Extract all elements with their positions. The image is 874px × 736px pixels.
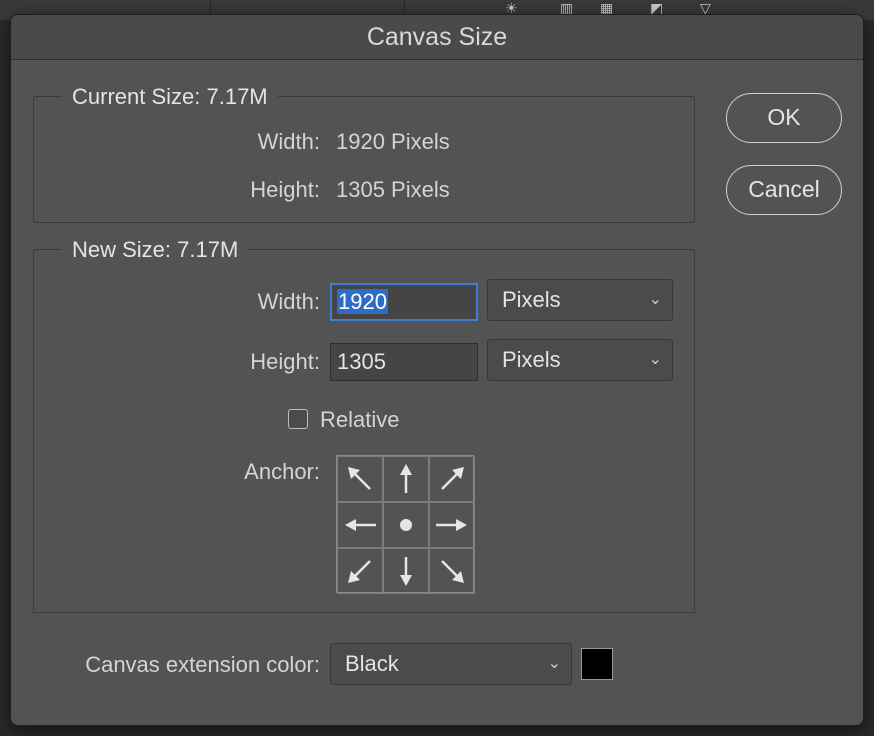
arrow-ne-icon	[441, 467, 464, 490]
current-size-title: Current Size: 7.17M	[62, 82, 278, 112]
ok-button[interactable]: OK	[726, 93, 842, 143]
dialog-title: Canvas Size	[11, 15, 863, 60]
arrow-nw-icon	[348, 467, 371, 490]
new-size-title: New Size: 7.17M	[62, 235, 249, 265]
canvas-size-dialog: Canvas Size Current Size: 7.17M Width: 1…	[10, 14, 864, 726]
height-unit-value: Pixels	[502, 347, 561, 372]
anchor-top-right[interactable]	[429, 456, 475, 502]
anchor-label: Anchor:	[244, 459, 320, 484]
height-input[interactable]: 1305	[330, 343, 478, 381]
anchor-grid	[336, 455, 475, 594]
chevron-down-icon: ⌄	[648, 351, 662, 368]
anchor-center[interactable]	[383, 502, 429, 548]
extension-color-select[interactable]: Black ⌄	[330, 643, 572, 685]
height-input-value: 1305	[337, 349, 386, 374]
relative-checkbox[interactable]	[288, 409, 308, 429]
current-width-label: Width:	[257, 129, 320, 154]
arrow-sw-icon	[348, 560, 371, 583]
cancel-button[interactable]: Cancel	[726, 165, 842, 215]
width-unit-select[interactable]: Pixels ⌄	[487, 279, 673, 321]
anchor-center-dot-icon	[400, 519, 412, 531]
extension-color-value: Black	[345, 651, 399, 676]
current-height-label: Height:	[250, 177, 320, 202]
extension-color-label: Canvas extension color:	[85, 652, 320, 677]
relative-label[interactable]: Relative	[320, 407, 399, 433]
new-size-group: New Size: 7.17M Width: 1920 Pixels ⌄ Hei…	[33, 235, 695, 613]
height-unit-select[interactable]: Pixels ⌄	[487, 339, 673, 381]
anchor-bottom-right[interactable]	[429, 548, 475, 594]
new-width-label: Width:	[257, 289, 320, 314]
anchor-left[interactable]	[337, 502, 383, 548]
arrow-se-icon	[441, 560, 464, 583]
anchor-top-left[interactable]	[337, 456, 383, 502]
chevron-down-icon: ⌄	[547, 655, 561, 672]
width-unit-value: Pixels	[502, 287, 561, 312]
arrow-e-icon	[436, 519, 467, 531]
new-height-label: Height:	[250, 349, 320, 374]
width-input[interactable]: 1920	[330, 283, 478, 321]
width-input-value: 1920	[337, 289, 388, 314]
current-height-value: 1305 Pixels	[336, 177, 450, 202]
anchor-bottom-left[interactable]	[337, 548, 383, 594]
arrow-w-icon	[345, 519, 376, 531]
anchor-bottom[interactable]	[383, 548, 429, 594]
current-size-group: Current Size: 7.17M Width: 1920 Pixels H…	[33, 82, 695, 223]
arrow-n-icon	[400, 464, 412, 493]
current-width-value: 1920 Pixels	[336, 129, 450, 154]
anchor-right[interactable]	[429, 502, 475, 548]
anchor-top[interactable]	[383, 456, 429, 502]
chevron-down-icon: ⌄	[648, 291, 662, 308]
extension-color-swatch[interactable]	[581, 648, 613, 680]
arrow-s-icon	[400, 557, 412, 586]
